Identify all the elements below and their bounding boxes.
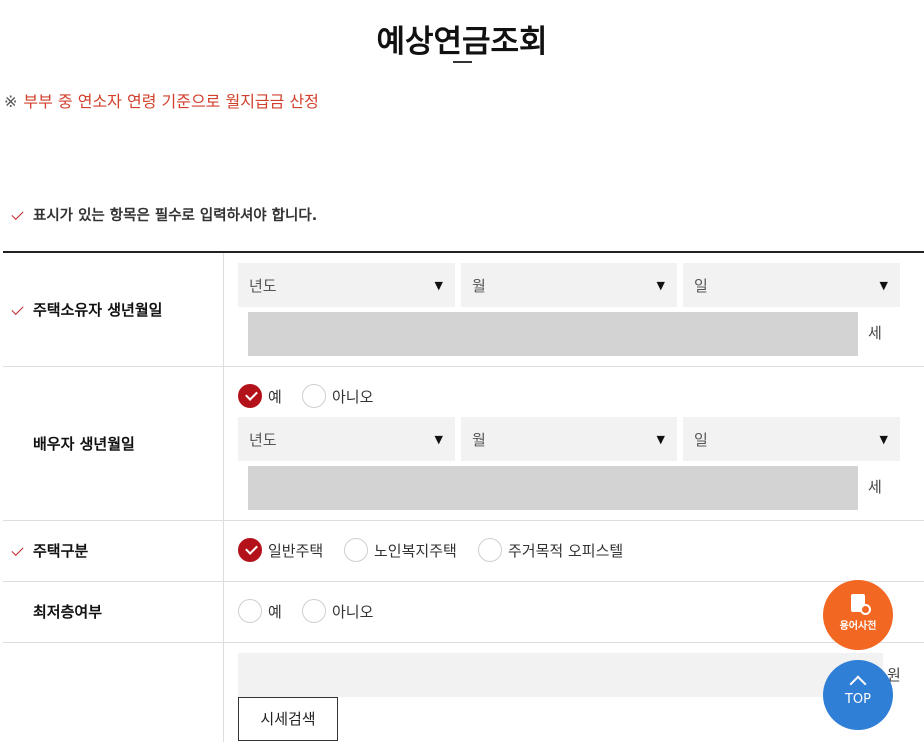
- lowest-floor-yes-label: 예: [268, 602, 282, 621]
- spouse-day-select[interactable]: 일 ▼: [683, 417, 900, 461]
- owner-year-select[interactable]: 년도 ▼: [238, 263, 455, 307]
- spouse-age-unit: 세: [868, 478, 882, 496]
- owner-day-select[interactable]: 일 ▼: [683, 263, 900, 307]
- dropdown-arrow-icon: ▼: [656, 279, 665, 292]
- radio-checked-icon: [238, 538, 262, 562]
- notice-text: 부부 중 연소자 연령 기준으로 월지급금 산정: [23, 92, 319, 111]
- dictionary-button[interactable]: 용어사전: [823, 580, 893, 650]
- spouse-day-value: 일: [694, 431, 708, 449]
- page-title: 예상연금조회: [376, 24, 548, 60]
- row-divider: [3, 366, 924, 367]
- price-search-button[interactable]: 시세검색: [238, 697, 338, 741]
- lowest-floor-no-label: 아니오: [332, 602, 374, 621]
- lowest-floor-label: 최저층여부: [33, 603, 103, 621]
- spouse-no-label: 아니오: [332, 387, 374, 406]
- radio-checked-icon: [238, 384, 262, 408]
- owner-month-value: 월: [472, 277, 486, 295]
- house-type-general-label: 일반주택: [268, 541, 324, 560]
- spouse-month-value: 월: [472, 431, 486, 449]
- notice: ※ 부부 중 연소자 연령 기준으로 월지급금 산정: [4, 88, 319, 112]
- radio-unchecked-icon: [302, 384, 326, 408]
- owner-age-field: [248, 312, 858, 356]
- radio-unchecked-icon: [302, 599, 326, 623]
- lowest-floor-no-radio[interactable]: 아니오: [302, 599, 373, 623]
- radio-unchecked-icon: [478, 538, 502, 562]
- owner-day-value: 일: [694, 277, 708, 295]
- required-check-icon: [11, 207, 24, 221]
- owner-age-unit: 세: [868, 324, 882, 342]
- house-type-officetel-label: 주거목적 오피스텔: [508, 541, 624, 560]
- row-divider: [3, 581, 924, 582]
- house-type-officetel-radio[interactable]: 주거목적 오피스텔: [478, 538, 623, 562]
- notice-mark: ※: [4, 92, 18, 111]
- spouse-year-select[interactable]: 년도 ▼: [238, 417, 455, 461]
- dropdown-arrow-icon: ▼: [879, 279, 888, 292]
- spouse-year-value: 년도: [249, 431, 277, 449]
- house-type-general-radio[interactable]: 일반주택: [238, 538, 323, 562]
- spouse-age-field: [248, 466, 858, 510]
- dictionary-label: 용어사전: [839, 621, 877, 632]
- row-divider: [3, 642, 924, 643]
- spouse-yes-label: 예: [268, 387, 282, 406]
- price-input[interactable]: [238, 653, 883, 697]
- dropdown-arrow-icon: ▼: [879, 433, 888, 446]
- lowest-floor-yes-radio[interactable]: 예: [238, 599, 282, 623]
- required-note-text: 표시가 있는 항목은 필수로 입력하셔야 합니다.: [33, 208, 318, 224]
- top-button[interactable]: TOP: [823, 660, 893, 730]
- dropdown-arrow-icon: ▼: [434, 279, 443, 292]
- dropdown-arrow-icon: ▼: [656, 433, 665, 446]
- radio-unchecked-icon: [238, 599, 262, 623]
- chevron-up-icon: [849, 675, 867, 693]
- column-divider: [223, 253, 224, 742]
- spouse-no-radio[interactable]: 아니오: [302, 384, 373, 408]
- spouse-month-select[interactable]: 월 ▼: [461, 417, 677, 461]
- house-type-senior-radio[interactable]: 노인복지주택: [344, 538, 457, 562]
- top-label: TOP: [844, 692, 871, 707]
- dictionary-book-icon: [851, 594, 871, 615]
- house-type-label: 주택구분: [11, 540, 89, 561]
- owner-month-select[interactable]: 월 ▼: [461, 263, 677, 307]
- required-check-icon: [11, 302, 24, 316]
- radio-unchecked-icon: [344, 538, 368, 562]
- required-check-icon: [11, 543, 24, 557]
- owner-birth-label-text: 주택소유자 생년월일: [33, 301, 163, 319]
- house-type-senior-label: 노인복지주택: [374, 541, 457, 560]
- spouse-birth-label: 배우자 생년월일: [33, 435, 135, 453]
- house-type-label-text: 주택구분: [33, 542, 89, 560]
- owner-year-value: 년도: [249, 277, 277, 295]
- owner-birth-label: 주택소유자 생년월일: [11, 299, 163, 320]
- form-table-top-border: [3, 251, 924, 253]
- dropdown-arrow-icon: ▼: [434, 433, 443, 446]
- spouse-yes-radio[interactable]: 예: [238, 384, 282, 408]
- required-note: 표시가 있는 항목은 필수로 입력하셔야 합니다.: [11, 204, 318, 225]
- row-divider: [3, 520, 924, 521]
- title-underline: [453, 61, 472, 63]
